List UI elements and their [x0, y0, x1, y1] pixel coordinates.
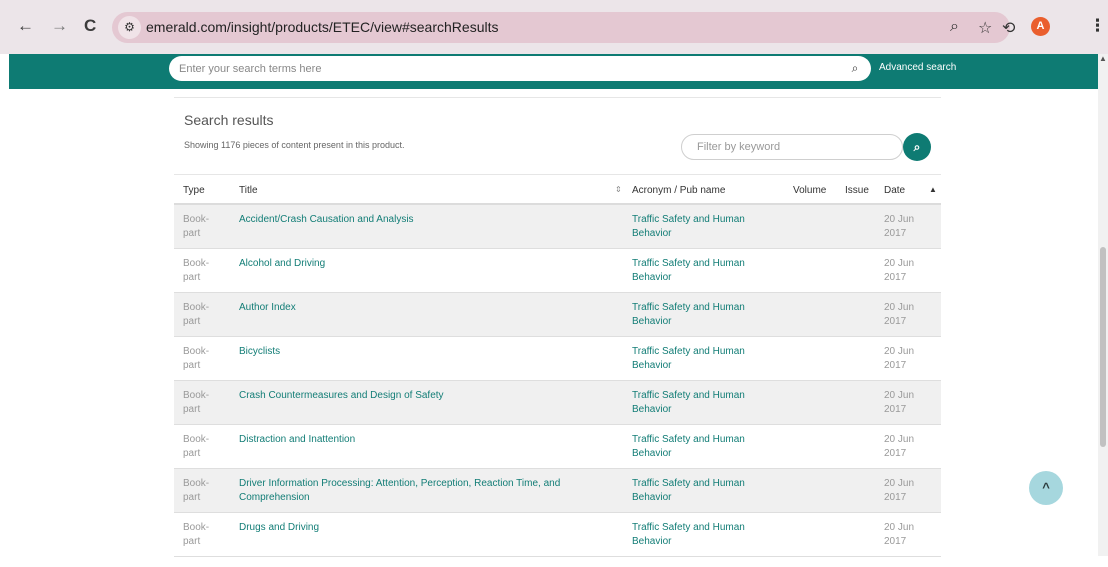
- table-row: Book-part Driver Information Processing:…: [174, 469, 941, 513]
- row-pub-link[interactable]: Traffic Safety and Human Behavior: [632, 389, 772, 417]
- sort-icon[interactable]: ⇕: [615, 185, 622, 194]
- site-info-icon[interactable]: ⚙: [118, 16, 141, 39]
- reload-icon[interactable]: C: [84, 16, 96, 36]
- row-title-link[interactable]: Crash Countermeasures and Design of Safe…: [239, 389, 589, 403]
- row-pub-link[interactable]: Traffic Safety and Human Behavior: [632, 301, 772, 329]
- profile-avatar[interactable]: A: [1031, 17, 1050, 36]
- row-date: 20 Jun 2017: [884, 258, 915, 283]
- site-search-bar: ⌕ Advanced search: [9, 54, 1098, 89]
- table-row: Book-part Bicyclists Traffic Safety and …: [174, 337, 941, 381]
- column-header-volume[interactable]: Volume: [793, 185, 826, 196]
- zoom-icon[interactable]: ⌕: [950, 18, 959, 36]
- column-header-type[interactable]: Type: [183, 185, 205, 196]
- row-title-link[interactable]: Author Index: [239, 301, 589, 315]
- address-bar[interactable]: ⚙ emerald.com/insight/products/ETEC/view…: [112, 12, 1010, 43]
- table-header: Type Title ⇕ Acronym / Pub name Volume I…: [174, 174, 941, 205]
- row-date: 20 Jun 2017: [884, 390, 915, 415]
- extension-icon[interactable]: ⟲: [1002, 18, 1015, 38]
- results-table: Type Title ⇕ Acronym / Pub name Volume I…: [174, 174, 941, 557]
- row-pub-link[interactable]: Traffic Safety and Human Behavior: [632, 257, 772, 285]
- forward-icon[interactable]: →: [51, 16, 68, 36]
- row-type: Book-part: [183, 390, 210, 415]
- table-row: Book-part Drugs and Driving Traffic Safe…: [174, 513, 941, 557]
- row-type: Book-part: [183, 258, 210, 283]
- row-type: Book-part: [183, 346, 210, 371]
- row-type: Book-part: [183, 302, 210, 327]
- column-header-title[interactable]: Title: [239, 185, 258, 196]
- row-pub-link[interactable]: Traffic Safety and Human Behavior: [632, 433, 772, 461]
- row-date: 20 Jun 2017: [884, 302, 915, 327]
- table-row: Book-part Crash Countermeasures and Desi…: [174, 381, 941, 425]
- filter-keyword-input[interactable]: [697, 135, 897, 159]
- scroll-up-icon[interactable]: ▲: [1099, 54, 1107, 63]
- table-row: Book-part Accident/Crash Causation and A…: [174, 205, 941, 249]
- browser-toolbar: ← → C ⚙ emerald.com/insight/products/ETE…: [0, 0, 1108, 54]
- bookmark-star-icon[interactable]: ☆: [978, 18, 992, 38]
- row-date: 20 Jun 2017: [884, 478, 915, 503]
- row-pub-link[interactable]: Traffic Safety and Human Behavior: [632, 213, 772, 241]
- sort-ascending-icon[interactable]: ▲: [929, 185, 937, 194]
- row-date: 20 Jun 2017: [884, 434, 915, 459]
- row-type: Book-part: [183, 478, 210, 503]
- table-row: Book-part Alcohol and Driving Traffic Sa…: [174, 249, 941, 293]
- search-icon[interactable]: ⌕: [847, 60, 863, 76]
- row-type: Book-part: [183, 214, 210, 239]
- row-pub-link[interactable]: Traffic Safety and Human Behavior: [632, 345, 772, 373]
- search-results-panel: Search results Showing 1176 pieces of co…: [174, 97, 941, 567]
- row-type: Book-part: [183, 522, 210, 547]
- filter-search-button[interactable]: ⌕: [903, 133, 931, 161]
- table-row: Book-part Distraction and Inattention Tr…: [174, 425, 941, 469]
- search-box: ⌕: [169, 56, 871, 81]
- row-title-link[interactable]: Bicyclists: [239, 345, 589, 359]
- filter-box: [681, 134, 903, 160]
- row-date: 20 Jun 2017: [884, 214, 915, 239]
- scrollbar-thumb[interactable]: [1100, 247, 1106, 447]
- column-header-pub-name[interactable]: Acronym / Pub name: [632, 185, 725, 196]
- search-input[interactable]: [179, 56, 819, 81]
- url-text[interactable]: emerald.com/insight/products/ETEC/view#s…: [146, 19, 498, 35]
- browser-menu-icon[interactable]: ⋮: [1089, 16, 1106, 36]
- row-title-link[interactable]: Alcohol and Driving: [239, 257, 589, 271]
- row-pub-link[interactable]: Traffic Safety and Human Behavior: [632, 521, 772, 549]
- row-title-link[interactable]: Drugs and Driving: [239, 521, 589, 535]
- results-count: Showing 1176 pieces of content present i…: [184, 140, 405, 150]
- column-header-issue[interactable]: Issue: [845, 185, 869, 196]
- row-date: 20 Jun 2017: [884, 346, 915, 371]
- back-to-top-button[interactable]: ^: [1029, 471, 1063, 505]
- row-title-link[interactable]: Driver Information Processing: Attention…: [239, 477, 589, 505]
- results-heading: Search results: [184, 112, 274, 128]
- row-title-link[interactable]: Accident/Crash Causation and Analysis: [239, 213, 589, 227]
- back-icon[interactable]: ←: [17, 16, 34, 36]
- row-date: 20 Jun 2017: [884, 522, 915, 547]
- table-row: Book-part Author Index Traffic Safety an…: [174, 293, 941, 337]
- page-scrollbar[interactable]: ▲: [1098, 54, 1108, 556]
- row-title-link[interactable]: Distraction and Inattention: [239, 433, 589, 447]
- row-pub-link[interactable]: Traffic Safety and Human Behavior: [632, 477, 772, 505]
- advanced-search-link[interactable]: Advanced search: [879, 62, 956, 73]
- row-type: Book-part: [183, 434, 210, 459]
- column-header-date[interactable]: Date: [884, 185, 905, 196]
